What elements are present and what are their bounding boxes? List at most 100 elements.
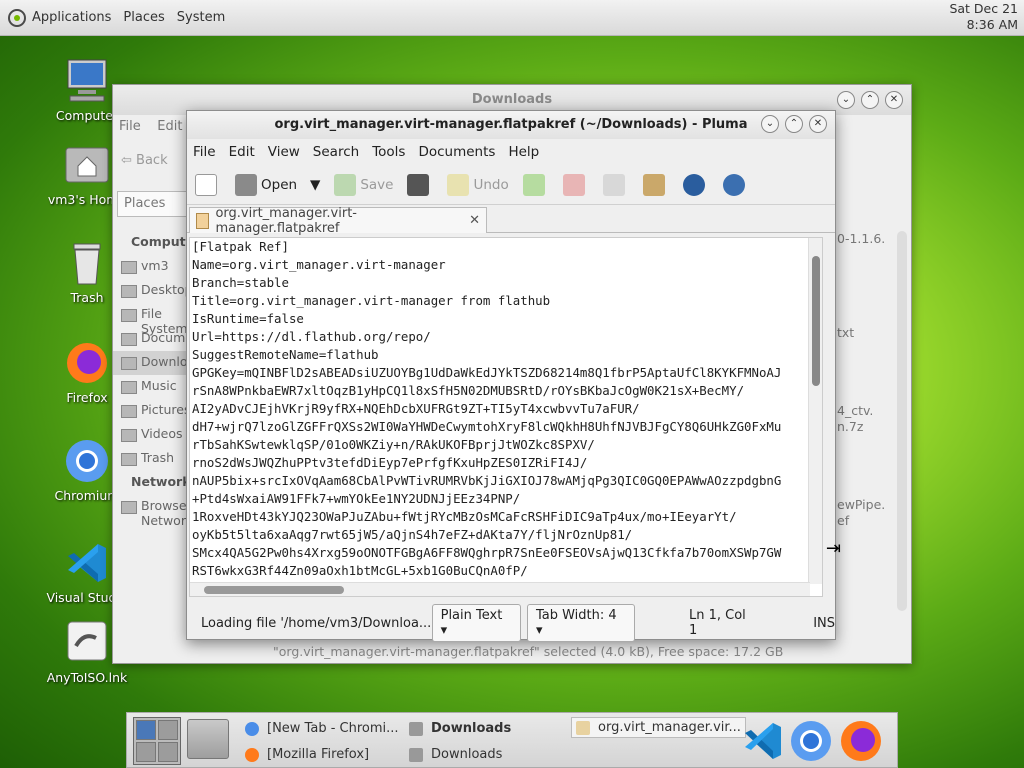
close-icon[interactable]: ✕ [885,91,903,109]
trash-icon [64,240,110,286]
insert-mode[interactable]: INS [813,616,835,631]
chevron-down-icon[interactable]: ▼ [310,177,320,193]
document-tab[interactable]: org.virt_manager.virt-manager.flatpakref… [189,206,487,236]
file-label[interactable]: ewPipe. [837,497,885,512]
chromium-icon[interactable] [789,719,833,763]
language-dropdown[interactable]: Plain Text ▾ [431,604,521,642]
file-label[interactable]: ef [837,513,849,528]
open-folder-icon [235,173,257,196]
editor-line: IsRuntime=false [192,311,304,326]
find-button[interactable] [682,173,709,196]
editor-line: Name=org.virt_manager.virt-manager [192,257,446,272]
back-arrow-icon: ⇦ [121,153,137,168]
replace-button[interactable] [722,173,749,196]
editor-line: rnoS2dWsJWQZhuPPtv3tefdDiEyp7ePrfgfKxuHp… [192,455,588,470]
editor-line: SuggestRemoteName=flathub [192,347,379,362]
maximize-icon[interactable]: ⌃ [861,91,879,109]
places-menu[interactable]: Places [123,10,164,25]
copy-button[interactable] [602,173,629,196]
computer-icon [64,58,110,104]
task-firefox[interactable]: [Mozilla Firefox] [245,747,369,762]
folder-icon [409,721,423,736]
menu-file[interactable]: File [119,119,141,134]
redo-button[interactable] [522,173,549,196]
menu-edit[interactable]: Edit [229,144,255,160]
file-label[interactable]: txt [837,325,854,340]
horizontal-scrollbar[interactable] [190,582,810,596]
search-icon [682,173,705,196]
save-button[interactable]: Save [334,173,393,196]
back-button[interactable]: ⇦ Back [121,153,168,168]
folder-icon [409,747,423,762]
pluma-window[interactable]: org.virt_manager.virt-manager.flatpakref… [186,110,836,642]
clock-time: 8:36 AM [966,17,1018,32]
firefox-icon [64,340,110,386]
task-pluma[interactable]: org.virt_manager.vir... [571,717,746,738]
open-button[interactable]: Open ▼ [235,173,320,196]
undo-button[interactable]: Undo [447,173,509,196]
file-label[interactable]: 4_ctv. [837,403,873,418]
sidebar-item[interactable]: Videos [113,423,189,447]
sidebar-item[interactable]: Trash [113,447,189,471]
menu-file[interactable]: File [193,144,216,160]
editor-line: oyKb5t5lta6xaAqg7rwt65jW5/aQjnS4h7eFZ+dA… [192,527,633,542]
home-folder-icon [64,142,110,188]
sidebar-item[interactable]: Browse Network [113,495,193,528]
sidebar-item[interactable]: File System [113,303,189,336]
sidebar-item[interactable]: Pictures [113,399,191,423]
tab-width-dropdown[interactable]: Tab Width: 4 ▾ [526,604,635,642]
save-icon [334,173,357,196]
menu-search[interactable]: Search [313,144,359,160]
print-button[interactable] [407,173,433,196]
maximize-icon[interactable]: ⌃ [785,115,803,133]
show-desktop-icon[interactable] [187,719,229,759]
close-tab-icon[interactable]: ✕ [469,213,480,228]
mate-logo-icon[interactable] [8,8,26,27]
vscode-icon[interactable] [741,719,785,763]
menu-documents[interactable]: Documents [418,144,495,160]
sidebar-item[interactable]: Documents [113,327,212,351]
chevron-down-icon: ▾ [440,623,448,638]
menu-help[interactable]: Help [508,144,539,160]
paste-button[interactable] [642,173,669,196]
file-label[interactable]: n.7z [837,419,863,434]
minimize-icon[interactable]: ⌄ [761,115,779,133]
scroll-thumb[interactable] [204,586,344,594]
workspace-switcher[interactable] [133,717,181,765]
menu-tools[interactable]: Tools [372,144,405,160]
scroll-thumb[interactable] [812,256,820,386]
loading-status: Loading file '/home/vm3/Downloa... [201,615,432,631]
bottom-panel: [New Tab - Chromi... [Mozilla Firefox] D… [126,712,898,768]
clock[interactable]: Sat Dec 21 8:36 AM [949,1,1018,33]
editor-line: [Flatpak Ref] [192,239,289,254]
firefox-icon[interactable] [839,719,883,763]
downloads-scrollbar[interactable] [897,231,907,611]
downloads-status: "org.virt_manager.virt-manager.flatpakre… [273,644,784,659]
task-downloads[interactable]: Downloads [409,721,511,736]
applications-menu[interactable]: Applications [32,10,111,25]
chromium-icon [64,438,110,484]
editor-line: nAUP5bix+srcIxOVqAam68CbAlPvWTivRUMRVbKj… [192,473,782,488]
sidebar-item[interactable]: Desktop [113,279,193,303]
editor-line: dH7+wjrQ7lzoGlZGFFrQXSs2WI0WaYHWDeCwymto… [192,419,782,434]
text-editor-icon [576,720,590,735]
menu-edit[interactable]: Edit [157,119,182,134]
file-label[interactable]: 0-1.1.6. [837,231,885,246]
downloads-menubar: File Edit [119,119,182,134]
editor-line: GPGKey=mQINBFlD2sABEADsiUZUOYBg1UdDaWkEd… [192,365,782,380]
close-icon[interactable]: ✕ [809,115,827,133]
menu-view[interactable]: View [268,144,300,160]
task-downloads[interactable]: Downloads [409,747,502,762]
vertical-scrollbar[interactable] [808,238,822,584]
task-chromium[interactable]: [New Tab - Chromi... [245,721,399,736]
sidebar-item[interactable]: Music [113,375,189,399]
system-menu[interactable]: System [177,10,225,25]
cut-button[interactable] [562,173,589,196]
sidebar-item[interactable]: vm3 [113,255,189,279]
text-editor[interactable]: [Flatpak Ref] Name=org.virt_manager.virt-… [189,237,823,597]
undo-icon [447,173,470,196]
minimize-icon[interactable]: ⌄ [837,91,855,109]
new-button[interactable] [195,173,221,196]
places-dropdown[interactable]: Places [117,191,187,217]
sidebar-item-downloads[interactable]: Downloads [113,351,210,375]
